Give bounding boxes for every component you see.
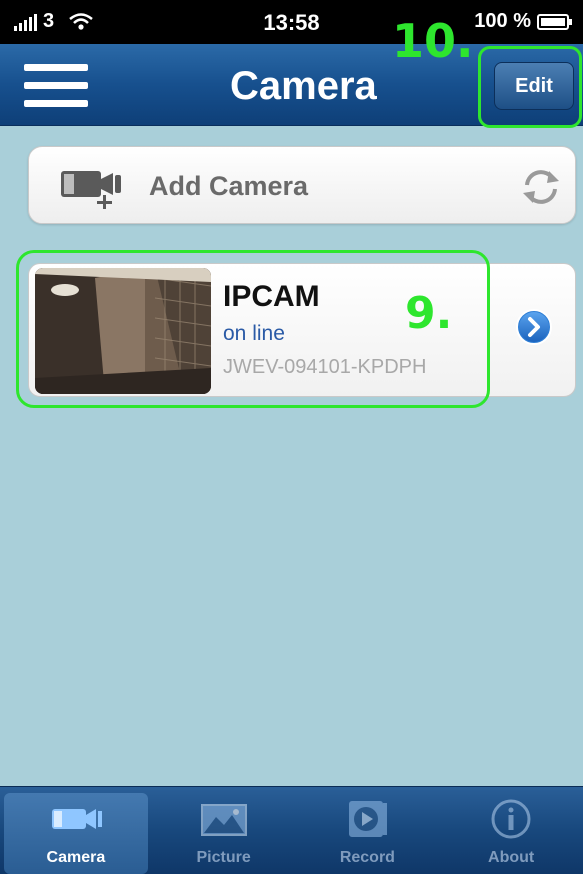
tab-camera[interactable]: Camera	[4, 793, 148, 874]
battery-percent: 100 %	[474, 10, 531, 32]
picture-icon	[200, 804, 247, 836]
edit-button[interactable]: Edit	[494, 62, 574, 110]
tab-record[interactable]: Record	[296, 787, 440, 874]
tab-picture[interactable]: Picture	[152, 787, 296, 874]
annotation-label-edit: 10.	[392, 14, 474, 68]
page-title: Camera	[230, 64, 377, 108]
tab-label: Camera	[46, 849, 106, 866]
status-bar: 3 13:58 100 %	[0, 0, 583, 44]
record-icon	[349, 801, 388, 837]
camera-add-icon	[61, 171, 121, 209]
tab-label: About	[488, 849, 535, 866]
add-camera-label: Add Camera	[149, 171, 309, 201]
battery-icon	[537, 13, 572, 30]
tab-about[interactable]: About	[439, 787, 583, 874]
refresh-icon[interactable]	[519, 165, 563, 209]
disclosure-chevron-icon[interactable]	[516, 309, 552, 345]
annotation-label-camera: 9.	[405, 288, 453, 339]
tab-bar: Camera Picture Record About	[0, 786, 583, 874]
menu-button[interactable]	[24, 64, 88, 108]
tab-label: Picture	[196, 849, 251, 866]
add-camera-button[interactable]: Add Camera	[28, 146, 576, 224]
info-icon	[491, 799, 531, 839]
hamburger-icon	[24, 64, 88, 71]
tab-label: Record	[339, 849, 395, 866]
camera-icon	[51, 809, 102, 829]
